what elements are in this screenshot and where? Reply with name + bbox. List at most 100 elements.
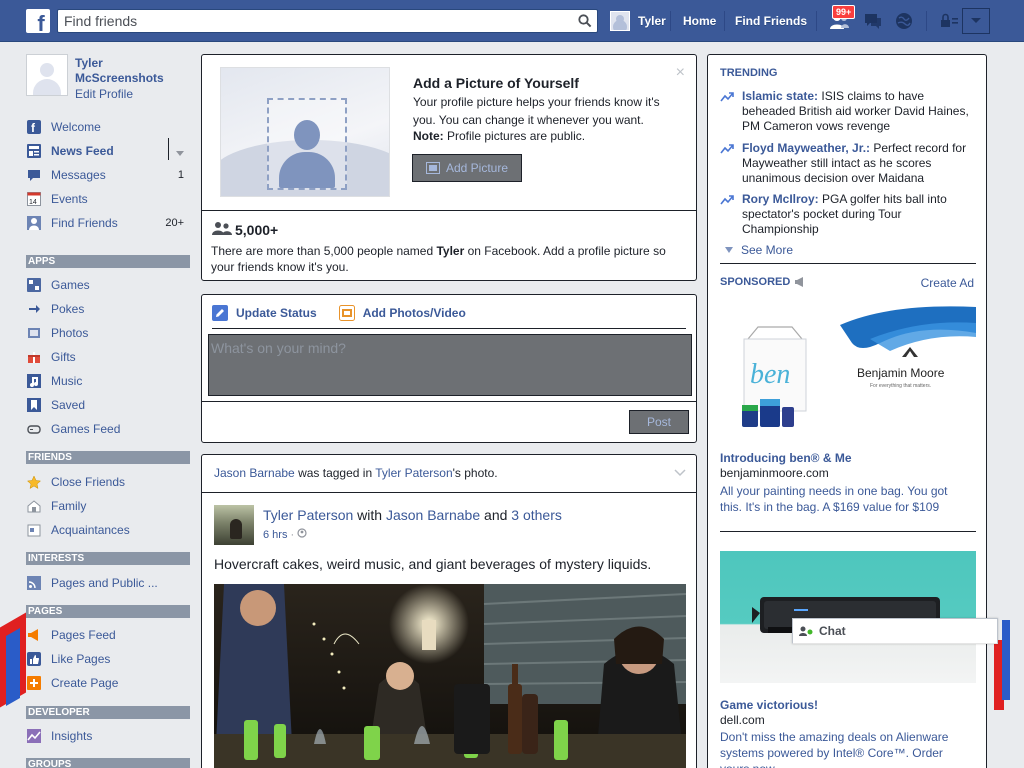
search-icon[interactable]	[573, 10, 597, 32]
search-input[interactable]	[58, 10, 558, 32]
others-link[interactable]: 3 others	[511, 507, 562, 523]
trending-item[interactable]: Floyd Mayweather, Jr.: Perfect record fo…	[720, 141, 976, 186]
ad-image-benjamin-moore[interactable]: ben Benjamin Moore For everything that m…	[720, 303, 976, 433]
acquaintances-icon	[26, 522, 42, 538]
add-picture-label: Add Picture	[445, 161, 509, 175]
messages-icon[interactable]	[860, 9, 886, 33]
ad-image-alienware[interactable]	[720, 551, 976, 683]
sidebar-item-music[interactable]: Music	[26, 371, 190, 391]
megaphone-icon	[26, 627, 42, 643]
story-header: Tyler Paterson with Jason Barnabe and 3 …	[263, 507, 562, 523]
account-menu-button[interactable]	[962, 8, 990, 34]
author-avatar[interactable]	[214, 505, 254, 545]
sidebar-item-family[interactable]: Family	[26, 496, 190, 516]
edit-profile-link[interactable]: Edit Profile	[75, 87, 133, 101]
add-profile-picture-card: Add a Picture of Yourself Your profile p…	[201, 54, 697, 281]
post-text: Hovercraft cakes, weird music, and giant…	[214, 556, 652, 572]
notifications-globe-icon[interactable]	[891, 9, 917, 33]
games-feed-icon	[26, 421, 42, 437]
ad-title-link[interactable]: Game victorious!	[720, 698, 818, 712]
section-divider	[720, 531, 976, 532]
ad-body[interactable]: All your painting needs in one bag. You …	[720, 483, 970, 515]
sidebar-item-news-feed[interactable]: News Feed	[26, 141, 190, 161]
context-target-link[interactable]: Tyler Paterson	[375, 466, 452, 480]
sidebar-item-gifts[interactable]: Gifts	[26, 347, 190, 367]
trending-arrow-icon	[720, 141, 736, 186]
sidebar-item-saved[interactable]: Saved	[26, 395, 190, 415]
nav-profile-link[interactable]: Tyler	[610, 10, 666, 32]
ad-body[interactable]: Don't miss the amazing deals on Alienwar…	[720, 729, 970, 768]
sidebar-item-close-friends[interactable]: Close Friends	[26, 472, 190, 492]
sidebar-item-label: Close Friends	[51, 475, 126, 489]
section-header-pages: PAGES	[26, 605, 190, 618]
nav-home-link[interactable]: Home	[683, 14, 716, 28]
welcome-icon: f	[26, 119, 42, 135]
sidebar-item-acquaintances[interactable]: Acquaintances	[26, 520, 190, 540]
sidebar-item-label: News Feed	[51, 144, 114, 158]
post-button[interactable]: Post	[629, 410, 689, 434]
nav-user-name: Tyler	[638, 14, 666, 28]
composer-tabs: Update Status Add Photos/Video	[212, 303, 686, 329]
profile-name-link[interactable]: Tyler McScreenshots	[75, 56, 185, 86]
chevron-down-icon[interactable]	[674, 466, 686, 480]
avatar	[610, 11, 630, 31]
tab-update-status[interactable]: Update Status	[212, 303, 317, 323]
status-input[interactable]	[208, 334, 692, 396]
card-divider	[202, 210, 696, 211]
sidebar-item-welcome[interactable]: f Welcome	[26, 117, 190, 137]
nav-find-friends-link[interactable]: Find Friends	[735, 14, 807, 28]
trending-item[interactable]: Rory McIlroy: PGA golfer hits ball into …	[720, 192, 976, 237]
sidebar-divider	[168, 138, 169, 160]
sidebar-item-label: Events	[51, 192, 88, 206]
privacy-shortcuts-icon[interactable]	[936, 9, 962, 33]
sidebar-item-like-pages[interactable]: Like Pages	[26, 649, 190, 669]
sidebar-item-events[interactable]: 14 Events	[26, 189, 190, 209]
sidebar-item-insights[interactable]: Insights	[26, 726, 190, 746]
sidebar-item-photos[interactable]: Photos	[26, 323, 190, 343]
nav-separator	[816, 11, 817, 31]
context-actor-link[interactable]: Jason Barnabe	[214, 466, 295, 480]
feed-story: Jason Barnabe was tagged in Tyler Paters…	[201, 454, 697, 768]
tab-add-photos[interactable]: Add Photos/Video	[338, 303, 466, 323]
pencil-icon	[212, 305, 228, 321]
sidebar-item-find-friends[interactable]: Find Friends 20+	[26, 213, 190, 233]
sidebar-item-games[interactable]: Games	[26, 275, 190, 295]
trending-arrow-icon	[720, 89, 736, 134]
sidebar-item-label: Music	[51, 374, 83, 388]
chevron-down-icon[interactable]	[176, 145, 184, 159]
with-name-link[interactable]: Jason Barnabe	[386, 507, 480, 523]
post-photo[interactable]	[214, 584, 686, 768]
see-more-link[interactable]: See More	[725, 243, 793, 257]
sidebar-item-label: Find Friends	[51, 216, 118, 230]
svg-text:14: 14	[29, 199, 37, 206]
chat-tab[interactable]: Chat	[792, 618, 998, 644]
sidebar-item-games-feed[interactable]: Games Feed	[26, 419, 190, 439]
people-count: 5,000+	[235, 222, 279, 238]
chart-icon	[26, 728, 42, 744]
sidebar-item-messages[interactable]: Messages 1	[26, 165, 190, 185]
add-picture-button[interactable]: Add Picture	[412, 154, 522, 182]
profile-picture[interactable]	[26, 54, 68, 96]
post-timestamp[interactable]: 6 hrs	[263, 529, 287, 541]
sidebar-item-pokes[interactable]: Pokes	[26, 299, 190, 319]
ad-title-link[interactable]: Introducing ben® & Me	[720, 451, 852, 465]
sidebar-item-count: 20+	[165, 217, 184, 229]
sidebar-item-label: Pages and Public ...	[51, 576, 158, 590]
megaphone-icon	[794, 277, 806, 287]
trending-item[interactable]: Islamic state: ISIS claims to have behea…	[720, 89, 976, 134]
create-ad-link[interactable]: Create Ad	[921, 276, 974, 290]
sidebar-item-label: Gifts	[51, 350, 76, 364]
section-header-friends: FRIENDS	[26, 451, 190, 464]
author-link[interactable]: Tyler Paterson	[263, 507, 353, 523]
games-icon	[26, 277, 42, 293]
facebook-logo[interactable]: f	[26, 9, 50, 33]
sidebar-item-create-page[interactable]: Create Page	[26, 673, 190, 693]
sidebar-item-label: Games Feed	[51, 422, 121, 436]
profile-block: Tyler McScreenshots Edit Profile	[26, 42, 190, 112]
thumbs-up-icon	[26, 651, 42, 667]
messages-icon	[26, 167, 42, 183]
audience-icon[interactable]	[297, 528, 307, 541]
sidebar-item-pages-and-public[interactable]: Pages and Public ...	[26, 573, 190, 593]
sidebar-item-pages-feed[interactable]: Pages Feed	[26, 625, 190, 645]
close-icon[interactable]: ×	[676, 65, 685, 81]
